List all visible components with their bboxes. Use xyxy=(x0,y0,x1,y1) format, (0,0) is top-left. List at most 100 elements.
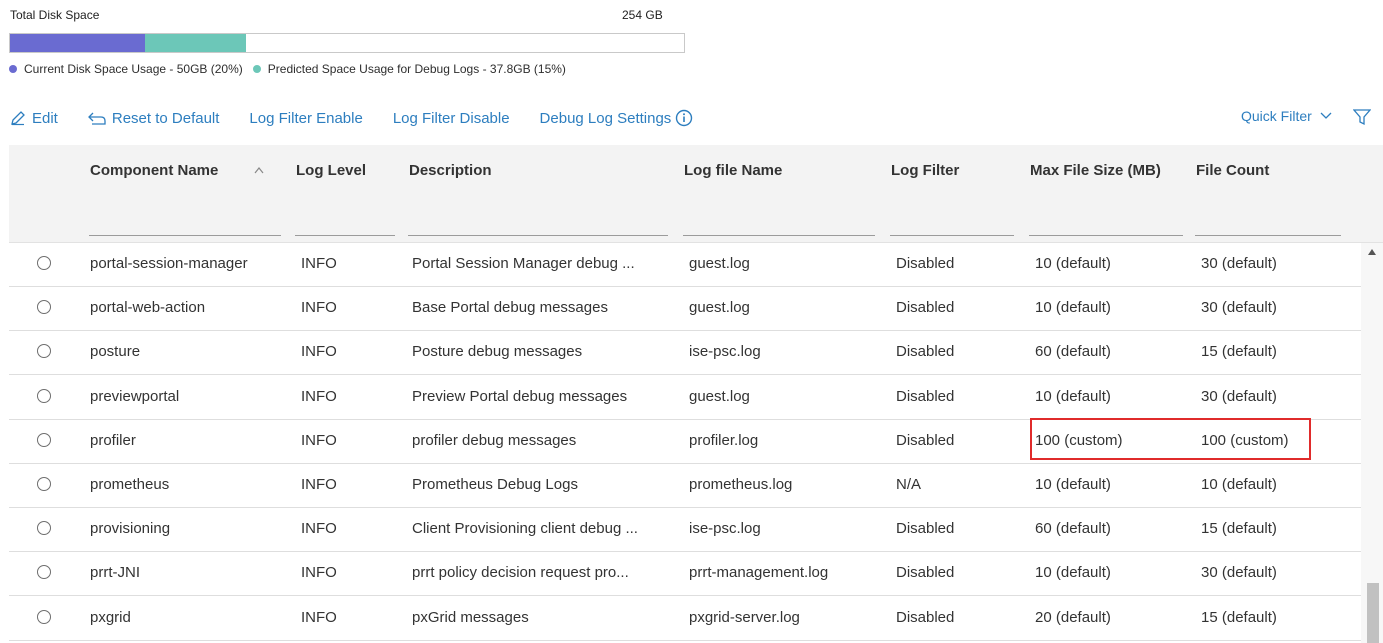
reset-to-default-button[interactable]: Reset to Default xyxy=(87,109,220,127)
cell-log-level: INFO xyxy=(301,431,337,449)
cell-log-level: INFO xyxy=(301,255,337,272)
cell-log-level: INFO xyxy=(301,387,337,405)
table-row[interactable]: pxgrid INFO pxGrid messages pxgrid-server.l… xyxy=(9,597,1361,641)
cell-file-count: 30 (default) xyxy=(1201,564,1277,582)
row-select-radio[interactable] xyxy=(37,300,51,315)
cell-log-filter: Disabled xyxy=(896,520,955,538)
legend-dot-current xyxy=(9,65,17,73)
cell-file-count: 15 (default) xyxy=(1201,520,1277,538)
table-row[interactable]: provisioning INFO Client Provisioning clie… xyxy=(9,508,1361,553)
cell-description: Client Provisioning client debug ... xyxy=(412,520,638,538)
cell-file-count: 15 (default) xyxy=(1201,608,1277,626)
row-select-radio[interactable] xyxy=(37,388,51,403)
info-icon[interactable] xyxy=(675,109,693,127)
cell-log-level: INFO xyxy=(301,299,337,317)
cell-log-level: INFO xyxy=(301,564,337,582)
cell-log-filter: Disabled xyxy=(896,564,955,582)
cell-component-name: profiler xyxy=(90,431,136,449)
filter-input-max-file-size[interactable] xyxy=(1029,235,1183,236)
cell-log-file-name: ise-psc.log xyxy=(689,520,761,538)
cell-component-name: prometheus xyxy=(90,476,170,493)
filter-input-file-count[interactable] xyxy=(1195,235,1341,236)
cell-component-name: pxgrid xyxy=(90,608,131,626)
row-select-radio[interactable] xyxy=(37,344,51,359)
cell-log-file-name: prrt-management.log xyxy=(689,564,829,582)
quick-filter-dropdown[interactable]: Quick Filter xyxy=(1241,108,1332,124)
debug-log-settings-button[interactable]: Debug Log Settings xyxy=(540,109,694,127)
cell-description: Portal Session Manager debug ... xyxy=(412,255,635,272)
filter-icon[interactable] xyxy=(1353,108,1371,126)
filter-input-component-name[interactable] xyxy=(89,235,281,236)
edit-label: Edit xyxy=(32,109,58,127)
row-select-radio[interactable] xyxy=(37,432,51,447)
disk-space-title: Total Disk Space xyxy=(10,8,100,22)
disk-usage-legend: Current Disk Space Usage - 50GB (20%) Pr… xyxy=(9,62,576,76)
row-select-radio[interactable] xyxy=(37,256,51,270)
table-scrollbar[interactable] xyxy=(1361,243,1383,643)
cell-log-filter: Disabled xyxy=(896,608,955,626)
cell-description: Posture debug messages xyxy=(412,343,583,361)
sort-ascending-icon[interactable] xyxy=(254,167,264,174)
row-select-radio[interactable] xyxy=(37,477,51,491)
toolbar: Edit Reset to Default Log Filter Enable … xyxy=(10,108,723,128)
table-row[interactable]: prometheus INFO Prometheus Debug Logs prome… xyxy=(9,464,1361,508)
cell-log-file-name: guest.log xyxy=(689,387,750,405)
cell-file-count: 30 (default) xyxy=(1201,299,1277,317)
row-select-radio[interactable] xyxy=(37,565,51,580)
predicted-usage-segment xyxy=(145,34,246,52)
row-select-radio[interactable] xyxy=(37,609,51,624)
disk-usage-bar xyxy=(9,33,685,53)
cell-max-file-size: 60 (default) xyxy=(1035,343,1111,361)
column-header-max-file-size[interactable]: Max File Size (MB) xyxy=(1030,162,1161,179)
cell-max-file-size: 10 (default) xyxy=(1035,299,1111,317)
quick-filter-label: Quick Filter xyxy=(1241,108,1312,124)
column-header-description[interactable]: Description xyxy=(409,162,492,179)
cell-log-file-name: guest.log xyxy=(689,255,750,272)
table-row[interactable]: posture INFO Posture debug messages ise-psc… xyxy=(9,331,1361,376)
table-header: Component Name Log Level Description Log… xyxy=(9,145,1383,198)
table-row[interactable]: previewportal INFO Preview Portal debug me… xyxy=(9,376,1361,420)
reset-label: Reset to Default xyxy=(111,109,220,127)
column-filter-row xyxy=(9,198,1383,243)
cell-log-file-name: guest.log xyxy=(689,299,750,317)
cell-description: profiler debug messages xyxy=(412,431,577,449)
cell-log-file-name: pxgrid-server.log xyxy=(689,608,800,626)
pencil-icon xyxy=(11,111,25,126)
table-row[interactable]: prrt-JNI INFO prrt policy decision request… xyxy=(9,552,1361,597)
column-header-log-file-name[interactable]: Log file Name xyxy=(684,162,782,179)
column-header-component-name[interactable]: Component Name xyxy=(90,162,218,179)
cell-component-name: previewportal xyxy=(90,387,180,405)
cell-max-file-size: 10 (default) xyxy=(1035,564,1111,582)
legend-dot-predicted xyxy=(252,65,261,73)
cell-max-file-size: 20 (default) xyxy=(1035,608,1111,626)
table-row[interactable]: portal-web-action INFO Base Portal debug m… xyxy=(9,287,1361,332)
scroll-up-icon[interactable] xyxy=(1368,249,1376,255)
row-select-radio[interactable] xyxy=(37,521,51,536)
cell-file-count: 30 (default) xyxy=(1201,255,1277,272)
table-row[interactable]: portal-session-manager INFO Portal Session… xyxy=(9,243,1361,287)
edit-button[interactable]: Edit xyxy=(10,110,58,127)
cell-component-name: portal-web-action xyxy=(90,299,206,317)
cell-log-file-name: profiler.log xyxy=(689,431,759,449)
undo-arrow-icon xyxy=(87,112,106,125)
filter-input-description[interactable] xyxy=(408,235,668,236)
filter-input-log-file-name[interactable] xyxy=(683,235,875,236)
cell-log-level: INFO xyxy=(301,608,337,626)
cell-max-file-size: 10 (default) xyxy=(1035,387,1111,405)
cell-log-filter: Disabled xyxy=(896,255,955,272)
column-header-file-count[interactable]: File Count xyxy=(1196,162,1269,179)
cell-log-level: INFO xyxy=(301,476,337,493)
cell-description: pxGrid messages xyxy=(412,608,529,626)
column-header-log-filter[interactable]: Log Filter xyxy=(891,162,959,179)
log-filter-enable-button[interactable]: Log Filter Enable xyxy=(249,110,362,127)
cell-description: Prometheus Debug Logs xyxy=(412,476,578,493)
chevron-down-icon xyxy=(1320,112,1332,119)
filter-input-log-level[interactable] xyxy=(295,235,395,236)
cell-description: Base Portal debug messages xyxy=(412,299,608,317)
cell-file-count: 15 (default) xyxy=(1201,343,1277,361)
log-filter-disable-button[interactable]: Log Filter Disable xyxy=(393,110,510,127)
column-header-log-level[interactable]: Log Level xyxy=(296,162,366,179)
scrollbar-thumb[interactable] xyxy=(1367,583,1379,643)
filter-input-log-filter[interactable] xyxy=(890,235,1014,236)
cell-log-level: INFO xyxy=(301,343,337,361)
